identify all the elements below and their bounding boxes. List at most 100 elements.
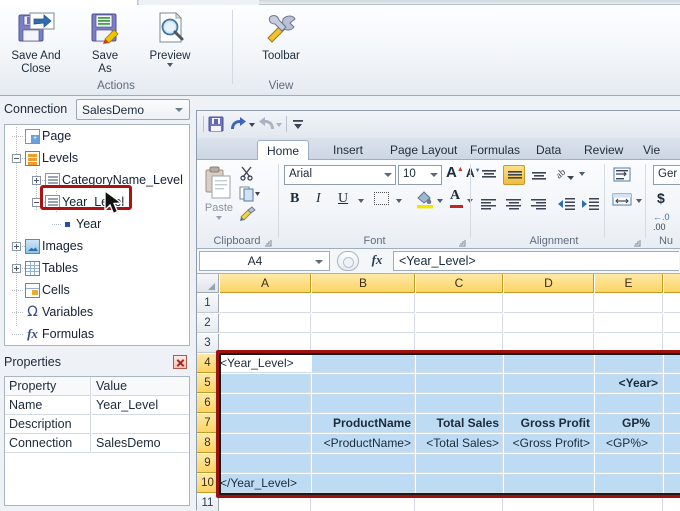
cell-e5[interactable]: <Year> [595,374,663,393]
redo-icon[interactable] [257,115,283,134]
save-as-button[interactable]: Save As [74,8,136,75]
cell-c1[interactable] [416,294,503,313]
paste-icon[interactable] [203,166,233,203]
connection-combobox[interactable]: SalesDemo [76,99,190,120]
cell-b2[interactable] [312,314,415,333]
underline-button[interactable]: U [338,191,348,207]
save-icon[interactable] [207,115,227,134]
worksheet-grid[interactable]: A B C D E 1 2 3 4 5 6 7 8 9 10 11 12 13 [197,274,680,511]
font-size-combobox[interactable]: 10 [398,165,442,185]
save-and-close-button[interactable]: Save And Close [5,8,67,75]
increase-font-size-icon[interactable]: A▲ [446,164,464,181]
italic-button[interactable]: I [316,191,321,207]
cell-c9[interactable] [416,454,503,473]
orientation-dropdown-caret-icon[interactable] [579,172,585,176]
cell-b6[interactable] [312,394,415,413]
tree-expander-plus-icon[interactable] [12,264,21,273]
cell-b7[interactable]: ProductName [312,414,415,433]
cell-d11[interactable] [504,494,594,511]
insert-function-icon[interactable]: fx [367,252,387,270]
cell-b4[interactable] [312,354,415,373]
increase-indent-icon[interactable] [580,197,600,214]
row-header-5[interactable]: 5 [197,374,219,393]
number-format-combobox[interactable]: Ger [653,165,680,185]
cell-c10[interactable] [416,474,503,493]
cell-d2[interactable] [504,314,594,333]
cell-e4[interactable] [595,354,663,373]
decrease-decimal-icon[interactable]: ←.0.00 [653,212,670,232]
cell-b5[interactable] [312,374,415,393]
wrap-text-icon[interactable] [612,166,632,187]
preview-button[interactable]: Preview [134,8,206,74]
decrease-indent-icon[interactable] [556,197,576,214]
cell-f1[interactable] [664,294,680,313]
row-header-11[interactable]: 11 [197,494,219,511]
row-header-6[interactable]: 6 [197,394,219,413]
row-header-9[interactable]: 9 [197,454,219,473]
paste-dropdown-caret-icon[interactable] [216,216,222,220]
row-header-7[interactable]: 7 [197,414,219,433]
column-header-c[interactable]: C [416,274,503,293]
align-right-icon[interactable] [530,197,548,214]
report-structure-tree[interactable]: + Page Levels CategoryName_Level Year_Le… [4,124,190,346]
designer-tab-second[interactable] [139,0,259,5]
cell-a4[interactable]: <Year_Level> [220,354,311,373]
cell-e1[interactable] [595,294,663,313]
table-row[interactable]: Connection SalesDemo [5,434,189,453]
align-bottom-icon[interactable] [530,168,548,185]
tree-expander-minus-icon[interactable] [12,154,21,163]
align-center-icon[interactable] [505,197,523,214]
cell-d10[interactable] [504,474,594,493]
cell-e8[interactable]: <GP%> [595,434,663,453]
cell-e7[interactable]: GP% [595,414,663,433]
designer-tab-active[interactable] [0,0,138,5]
name-box[interactable]: A4 [199,251,330,271]
cell-a2[interactable] [220,314,311,333]
cell-e2[interactable] [595,314,663,333]
cell-c3[interactable] [416,334,503,353]
tree-expander-plus-icon[interactable] [32,176,41,185]
cell-a5[interactable] [220,374,311,393]
cell-f6[interactable] [664,394,680,413]
tree-expander-plus-icon[interactable] [12,242,21,251]
align-top-icon[interactable] [480,168,498,185]
undo-icon[interactable] [229,115,255,134]
cell-b3[interactable] [312,334,415,353]
chevron-down-icon[interactable] [172,103,187,117]
underline-dropdown-caret-icon[interactable] [358,199,364,203]
close-icon[interactable] [173,355,187,369]
cell-b9[interactable] [312,454,415,473]
table-row[interactable]: Name Year_Level [5,396,189,415]
cell-a8[interactable] [220,434,311,453]
cell-e3[interactable] [595,334,663,353]
cell-d8[interactable]: <Gross Profit> [504,434,594,453]
cell-f9[interactable] [664,454,680,473]
cell-b11[interactable] [312,494,415,511]
cell-a9[interactable] [220,454,311,473]
cell-c5[interactable] [416,374,503,393]
row-header-10[interactable]: 10 [197,474,219,493]
cell-d3[interactable] [504,334,594,353]
property-connection-value[interactable]: SalesDemo [92,434,189,453]
property-description-value[interactable] [92,415,189,434]
toolbar-button[interactable]: Toolbar [250,8,312,74]
column-header-d[interactable]: D [504,274,594,293]
fill-color-icon[interactable] [416,189,434,212]
cell-d4[interactable] [504,354,594,373]
cell-c6[interactable] [416,394,503,413]
borders-dropdown-caret-icon[interactable] [396,199,402,203]
column-header-e[interactable]: E [595,274,663,293]
column-header-a[interactable]: A [220,274,311,293]
tab-home[interactable]: Home [257,140,310,161]
cell-a7[interactable] [220,414,311,433]
cell-d5[interactable] [504,374,594,393]
cell-d9[interactable] [504,454,594,473]
orientation-icon[interactable]: ab [554,165,576,186]
formula-input[interactable]: <Year_Level> [393,251,679,271]
copy-icon[interactable] [239,186,261,205]
merge-cells-icon[interactable] [612,192,632,211]
formula-bar-buttons[interactable] [337,251,359,271]
column-header-b[interactable]: B [312,274,415,293]
property-name-value[interactable]: Year_Level [92,396,189,415]
cell-a11[interactable] [220,494,311,511]
